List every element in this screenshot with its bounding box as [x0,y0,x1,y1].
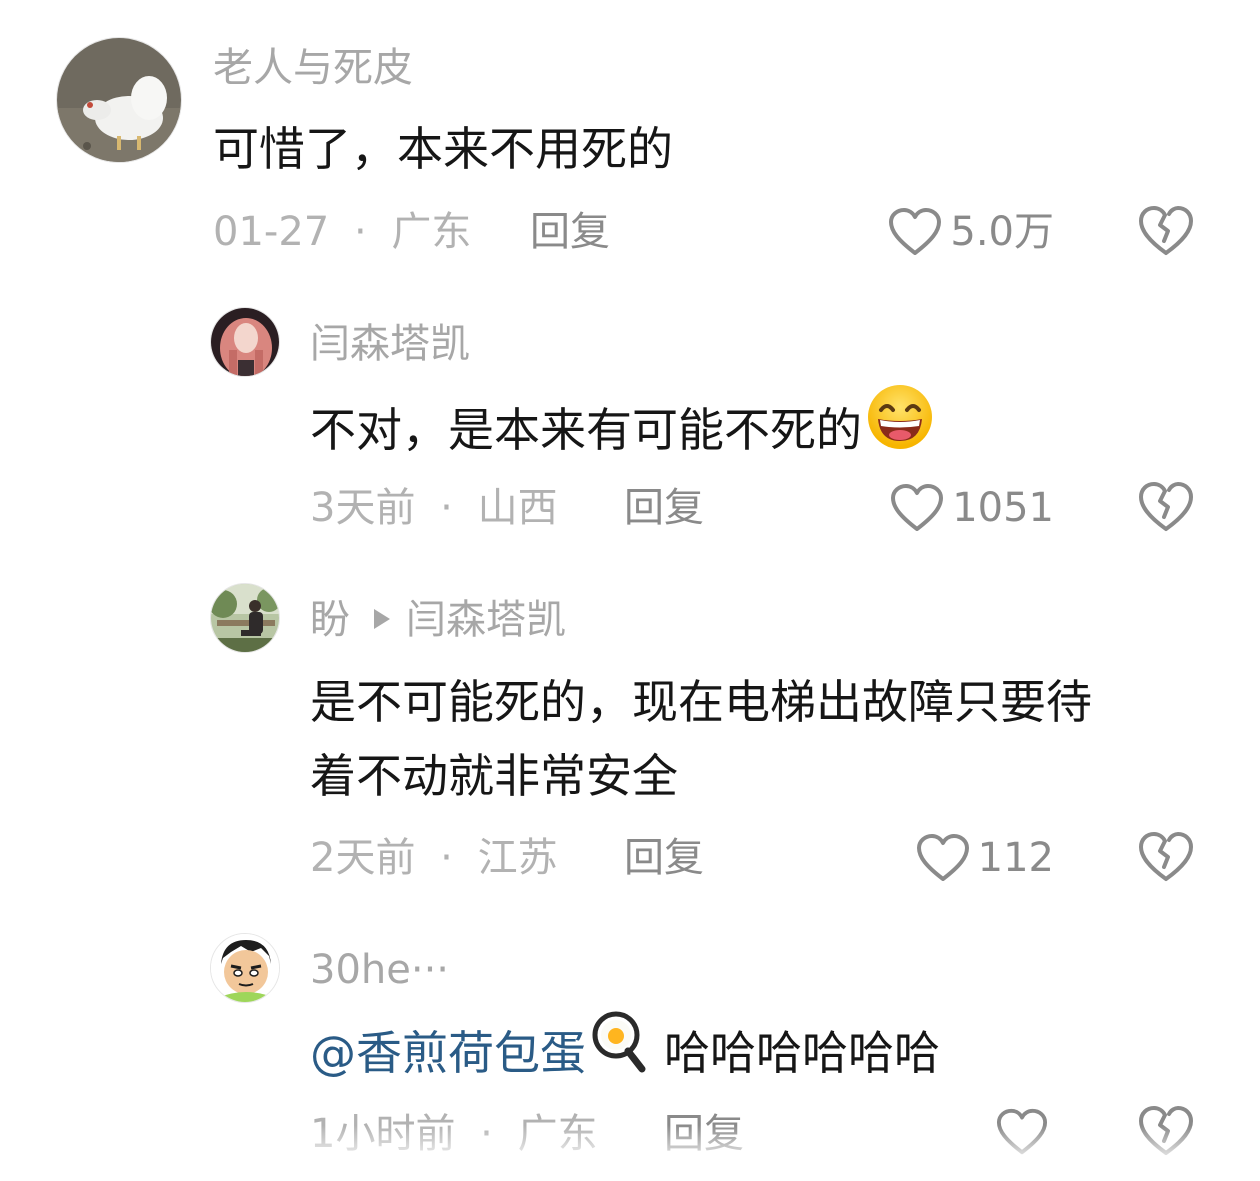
dislike-button[interactable] [1138,831,1194,887]
reply-button[interactable]: 回复 [664,1114,744,1154]
reply-to-arrow-icon [372,598,392,638]
username[interactable]: 30he··· [310,950,449,990]
user-avatar[interactable] [210,583,280,653]
comment-text-line: 着不动就非常安全 [310,749,678,803]
username-label[interactable]: 盼 [310,597,350,643]
meta-separator: · [440,485,453,531]
comment-meta: 01-27 · 广东 [213,212,471,252]
comment-text: @香煎荷包蛋 哈哈哈哈哈哈 [310,1011,940,1098]
dislike-button[interactable] [1138,1105,1194,1161]
reply-button[interactable]: 回复 [624,488,704,528]
like-count: 5.0万 [950,209,1054,255]
comment-location: 江苏 [477,835,558,881]
broken-heart-icon [1139,206,1193,255]
like-button[interactable] [996,1104,1056,1160]
pink-hair-girl-avatar-icon [211,308,279,376]
like-button[interactable]: 1051 [814,480,1054,536]
heart-icon [916,834,969,881]
reply-to-username[interactable]: 闫森塔凯 [406,597,566,643]
username: 盼 闫森塔凯 [310,600,566,642]
fried-egg-pan-emoji-icon [590,1011,646,1094]
comment-date: 3天前 [310,485,416,531]
username[interactable]: 老人与死皮 [213,48,413,88]
like-button[interactable]: 112 [814,830,1054,886]
mention-link[interactable]: @香煎荷包蛋 [310,1026,586,1080]
comment-text-content: 哈哈哈哈哈哈 [664,1026,940,1080]
reply-button[interactable]: 回复 [624,838,704,878]
comment-meta: 2天前 · 江苏 [310,838,558,878]
user-avatar[interactable] [210,933,280,1003]
bottom-fade-overlay [0,1125,1260,1181]
meta-separator: · [480,1111,493,1157]
comment-date: 1小时前 [310,1111,456,1157]
comment-meta: 1小时前 · 广东 [310,1114,598,1154]
comment-text-content: 可惜了，本来不用死的 [213,122,673,176]
comment-location: 广东 [517,1111,598,1157]
cartoon-boy-avatar-icon [211,934,279,1002]
broken-heart-icon [1139,482,1193,531]
comment-text: 不对，是本来有可能不死的 [310,385,934,478]
reply-button[interactable]: 回复 [530,212,610,252]
comment-text: 可惜了，本来不用死的 [213,112,673,186]
meta-separator: · [353,209,367,255]
user-avatar[interactable] [56,37,182,163]
person-sitting-forest-avatar-icon [211,584,279,652]
like-count: 112 [977,835,1054,881]
heart-icon [891,484,944,531]
comment-text-content: 不对，是本来有可能不死的 [310,403,862,457]
grinning-face-emoji-icon [866,383,934,472]
broken-heart-icon [1139,832,1193,881]
username[interactable]: 闫森塔凯 [310,324,470,364]
user-avatar[interactable] [210,307,280,377]
dislike-button[interactable] [1138,205,1194,261]
like-button[interactable]: 5.0万 [814,204,1054,260]
comment-date: 01-27 [213,209,330,255]
comment-text: 是不可能死的，现在电梯出故障只要待 着不动就非常安全 [310,665,1092,813]
broken-heart-icon [1139,1106,1193,1155]
white-chicken-avatar-icon [57,38,181,162]
comment-location: 山西 [477,485,558,531]
heart-icon [996,1108,1048,1155]
dislike-button[interactable] [1138,481,1194,537]
comment-meta: 3天前 · 山西 [310,488,558,528]
comment-date: 2天前 [310,835,416,881]
heart-icon [889,208,942,255]
meta-separator: · [440,835,453,881]
like-count: 1051 [952,485,1054,531]
comment-location: 广东 [391,209,472,255]
comment-thread: 老人与死皮 可惜了，本来不用死的 01-27 · 广东 回复 5.0万 闫森塔凯… [0,0,1260,1181]
comment-text-line: 是不可能死的，现在电梯出故障只要待 [310,675,1092,729]
